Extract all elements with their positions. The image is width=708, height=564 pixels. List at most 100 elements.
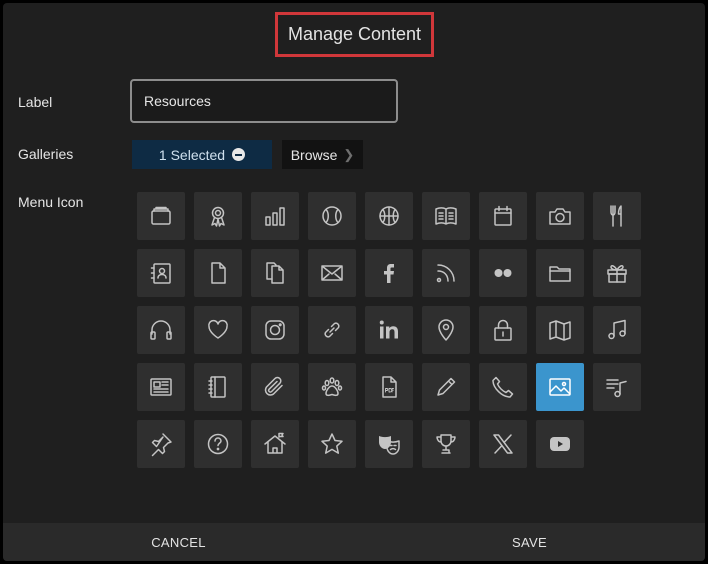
galleries-field-label: Galleries: [18, 146, 74, 162]
icon-option-instagram[interactable]: [251, 306, 299, 354]
lock-icon: [494, 319, 512, 341]
rss-icon: [436, 264, 455, 283]
book-icon: [435, 207, 457, 225]
galleries-selected-label: 1 Selected: [158, 146, 226, 163]
icon-option-linkedin[interactable]: [365, 306, 413, 354]
browse-label: Browse: [290, 146, 338, 163]
calendar-icon: [494, 205, 512, 226]
save-button[interactable]: SAVE: [354, 523, 705, 561]
icon-option-mail[interactable]: [308, 249, 356, 297]
documents-icon: [266, 262, 284, 284]
paw-icon: [321, 377, 343, 397]
manage-content-dialog: Manage Content Label Galleries 1 Selecte…: [3, 3, 705, 561]
label-input[interactable]: [130, 79, 398, 123]
camera-icon: [549, 208, 571, 225]
wallet-icon: [151, 206, 171, 225]
icon-option-trophy[interactable]: [422, 420, 470, 468]
linkedin-icon: [379, 320, 398, 339]
pushpin-icon: [151, 433, 172, 457]
newspaper-icon: [150, 378, 172, 396]
flickr-icon: [494, 269, 512, 277]
icon-option-paperclip[interactable]: [251, 363, 299, 411]
icon-option-pencil[interactable]: [422, 363, 470, 411]
trophy-icon: [436, 434, 456, 454]
playlist-icon: [606, 379, 627, 398]
document-icon: [211, 262, 226, 284]
notebook-icon: [208, 376, 226, 398]
icon-option-notebook[interactable]: [194, 363, 242, 411]
youtube-icon: [550, 437, 570, 451]
baseball-icon: [322, 206, 342, 226]
icon-option-document[interactable]: [194, 249, 242, 297]
icon-option-link[interactable]: [308, 306, 356, 354]
icon-option-calendar[interactable]: [479, 192, 527, 240]
remove-selection-icon[interactable]: [232, 148, 246, 161]
icon-option-newspaper[interactable]: [137, 363, 185, 411]
icon-option-basketball[interactable]: [365, 192, 413, 240]
image-icon: [549, 378, 571, 396]
icon-option-house-flag[interactable]: [251, 420, 299, 468]
dialog-footer: CANCEL SAVE: [3, 523, 705, 561]
pencil-icon: [437, 377, 456, 396]
menu-icon-grid: [137, 192, 647, 472]
award-icon: [211, 206, 225, 227]
icon-option-flickr[interactable]: [479, 249, 527, 297]
icon-option-headphones[interactable]: [137, 306, 185, 354]
contact-card-icon: [150, 263, 171, 284]
icon-option-book[interactable]: [422, 192, 470, 240]
star-icon: [321, 433, 343, 454]
icon-option-contact-card[interactable]: [137, 249, 185, 297]
icon-option-music[interactable]: [593, 306, 641, 354]
cancel-button[interactable]: CANCEL: [3, 523, 354, 561]
icon-option-wallet[interactable]: [137, 192, 185, 240]
browse-button[interactable]: Browse ❯: [282, 140, 363, 169]
bar-chart-icon: [265, 207, 285, 226]
icon-option-documents[interactable]: [251, 249, 299, 297]
theater-masks-icon: [379, 436, 400, 455]
dialog-title-highlight: Manage Content: [275, 12, 434, 57]
dialog-title: Manage Content: [287, 24, 422, 44]
icon-option-cutlery[interactable]: [593, 192, 641, 240]
icon-option-heart[interactable]: [194, 306, 242, 354]
icon-option-pushpin[interactable]: [137, 420, 185, 468]
mail-icon: [321, 265, 343, 281]
icon-option-star[interactable]: [308, 420, 356, 468]
icon-option-facebook[interactable]: [365, 249, 413, 297]
icon-option-youtube[interactable]: [536, 420, 584, 468]
icon-option-baseball[interactable]: [308, 192, 356, 240]
icon-option-paw[interactable]: [308, 363, 356, 411]
icon-option-x-logo[interactable]: [479, 420, 527, 468]
facebook-icon: [384, 264, 394, 283]
music-icon: [608, 319, 626, 340]
icon-option-pdf[interactable]: [365, 363, 413, 411]
icon-option-bar-chart[interactable]: [251, 192, 299, 240]
icon-option-playlist[interactable]: [593, 363, 641, 411]
headphones-icon: [150, 320, 172, 340]
label-field-label: Label: [18, 94, 53, 110]
map-pin-icon: [438, 319, 454, 341]
heart-icon: [208, 319, 228, 339]
icon-option-lock[interactable]: [479, 306, 527, 354]
icon-option-rss[interactable]: [422, 249, 470, 297]
basketball-icon: [379, 206, 399, 226]
icon-option-phone[interactable]: [479, 363, 527, 411]
chevron-right-icon: ❯: [343, 146, 355, 162]
instagram-icon: [265, 320, 285, 340]
icon-option-theater-masks[interactable]: [365, 420, 413, 468]
link-icon: [324, 322, 340, 338]
galleries-selected-pill[interactable]: 1 Selected: [132, 140, 272, 169]
icon-option-award[interactable]: [194, 192, 242, 240]
pdf-icon: [382, 376, 397, 398]
icon-option-camera[interactable]: [536, 192, 584, 240]
icon-option-folder[interactable]: [536, 249, 584, 297]
map-icon: [549, 320, 571, 341]
house-flag-icon: [264, 432, 286, 454]
icon-option-map-pin[interactable]: [422, 306, 470, 354]
question-icon: [207, 433, 229, 455]
icon-option-map[interactable]: [536, 306, 584, 354]
icon-option-gift[interactable]: [593, 249, 641, 297]
icon-option-question[interactable]: [194, 420, 242, 468]
folder-icon: [549, 266, 571, 282]
phone-icon: [492, 376, 514, 398]
icon-option-image[interactable]: [536, 363, 584, 411]
